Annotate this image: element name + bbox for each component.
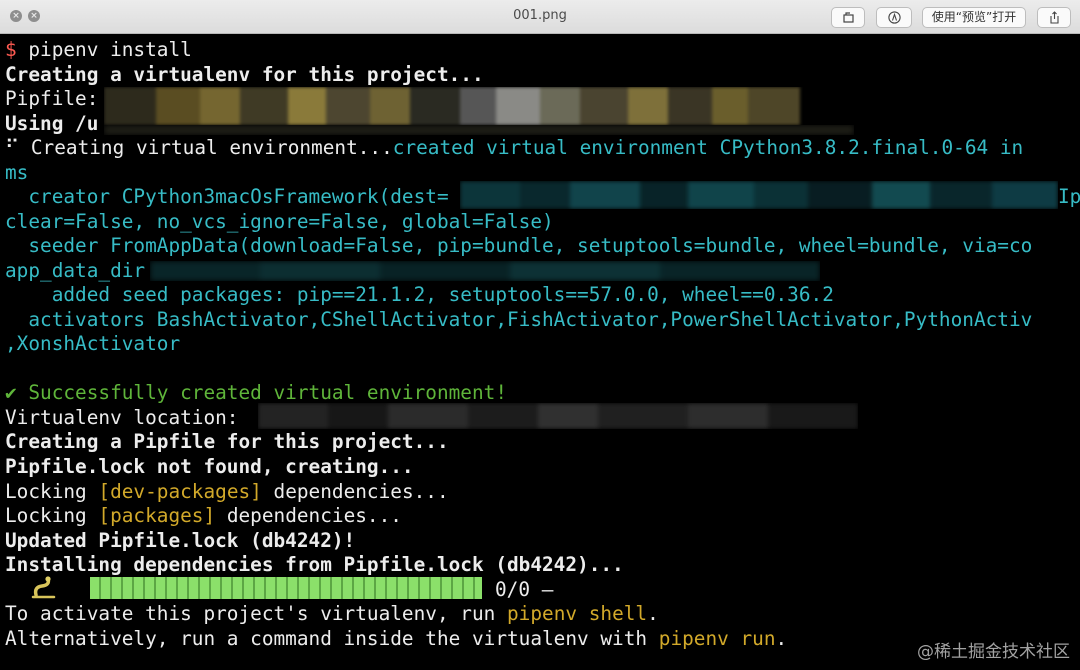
share-icon: [1049, 11, 1059, 24]
terminal-line: ⠋ Creating virtual environment...created…: [5, 136, 1024, 159]
terminal-line: Pipfile:: [5, 87, 99, 110]
terminal-line: Locking [dev-packages] dependencies...: [5, 480, 449, 503]
install-progress-bar: [90, 577, 482, 599]
terminal-line: ms: [5, 161, 29, 184]
terminal-line: app_data_dir: [5, 259, 146, 282]
terminal-line: creator CPython3macOsFramework(dest=: [5, 185, 449, 208]
progress-count: 0/0 —: [495, 578, 554, 601]
install-progress-fill: [90, 577, 482, 599]
terminal-line: Locking [packages] dependencies...: [5, 504, 402, 527]
redacted-path-virtualenv: [258, 403, 858, 429]
terminal-line: seeder FromAppData(download=False, pip=b…: [5, 234, 1033, 257]
terminal-line: Using /u: [5, 112, 99, 135]
watermark: @稀土掘金技术社区: [917, 642, 1070, 662]
terminal-line-tail: Ip: [1058, 185, 1080, 208]
snake-icon: [31, 576, 56, 599]
redacted-path-pipfile: [104, 87, 820, 125]
terminal-output: $ pipenv install Creating a virtualenv f…: [0, 35, 1080, 670]
share-button[interactable]: [1037, 7, 1071, 28]
terminal-line: added seed packages: pip==21.1.2, setupt…: [5, 283, 834, 306]
rotate-icon: [842, 12, 854, 23]
terminal-line: $ pipenv install: [5, 38, 192, 61]
terminal-line: Alternatively, run a command inside the …: [5, 627, 788, 650]
terminal-line: clear=False, no_vcs_ignore=False, global…: [5, 210, 554, 233]
redacted-path-app-data: [150, 261, 820, 281]
window-titlebar: × × 001.png 使用“预览”打开: [0, 0, 1080, 34]
terminal-line: Creating a virtualenv for this project..…: [5, 63, 484, 86]
markup-pen-icon: [887, 11, 901, 24]
window-title: 001.png: [513, 8, 567, 23]
redacted-path-using: [104, 125, 854, 135]
terminal-line: Creating a Pipfile for this project...: [5, 430, 449, 453]
redacted-path-dest: [460, 181, 1058, 209]
terminal-line: Updated Pipfile.lock (db4242)!: [5, 529, 356, 552]
terminal-line: ✔ Successfully created virtual environme…: [5, 381, 507, 404]
terminal-line: Virtualenv location:: [5, 406, 239, 429]
terminal-line: activators BashActivator,CShellActivator…: [5, 308, 1033, 331]
terminal-line: Pipfile.lock not found, creating...: [5, 455, 414, 478]
terminal-line: ,XonshActivator: [5, 332, 181, 355]
prompt-symbol: $: [5, 38, 17, 61]
rotate-button[interactable]: [831, 7, 865, 28]
open-with-preview-button[interactable]: 使用“预览”打开: [922, 7, 1026, 28]
terminal-line: Installing dependencies from Pipfile.loc…: [5, 553, 624, 576]
terminal-line: To activate this project's virtualenv, r…: [5, 602, 659, 625]
markup-button[interactable]: [876, 7, 912, 28]
